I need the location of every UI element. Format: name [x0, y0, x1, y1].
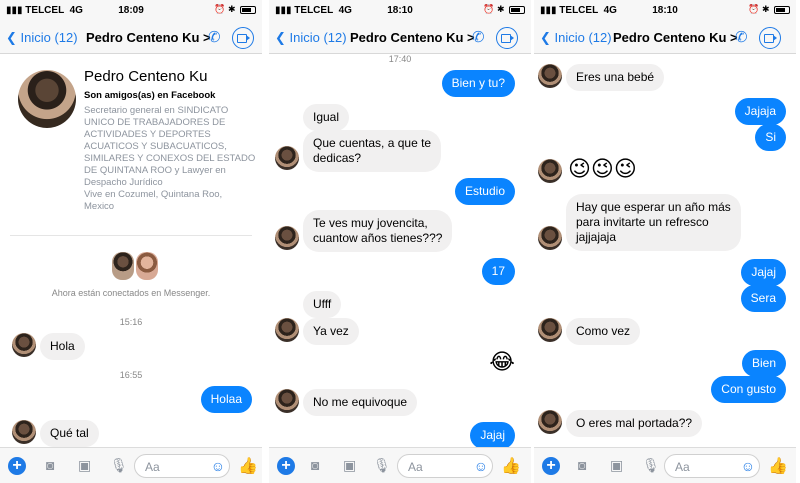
emoji-icon[interactable]: ☺: [741, 458, 755, 474]
like-icon[interactable]: 👍: [501, 456, 521, 476]
profile-avatar[interactable]: [18, 70, 76, 128]
contact-name[interactable]: Pedro Centeno Ku >: [350, 30, 475, 45]
status-bar: ▮▮▮ TELCEL 4G 18:10 ⏰ ✱: [534, 0, 796, 22]
timestamp: 15:16: [119, 317, 143, 327]
like-icon[interactable]: 👍: [768, 456, 788, 476]
divider: [10, 235, 252, 236]
phone-icon[interactable]: ✆: [208, 28, 221, 46]
avatar: [12, 420, 36, 444]
like-icon[interactable]: 👍: [238, 456, 258, 476]
friends-status: Son amigos(as) en Facebook: [84, 90, 216, 101]
message-bubble-sent: 17: [481, 258, 515, 285]
avatar: [12, 333, 36, 357]
message-input[interactable]: Aa ☺: [664, 454, 760, 478]
avatar: [275, 318, 299, 342]
message-bubble-sent: Si: [755, 124, 786, 151]
gallery-icon[interactable]: ▣: [343, 457, 356, 474]
message-list[interactable]: Pedro Centeno Ku Son amigos(as) en Faceb…: [0, 54, 262, 447]
status-bar: ▮▮▮ TELCEL 4G 18:09 ⏰ ✱: [0, 0, 262, 22]
screenshot-panel-1: ▮▮▮ TELCEL 4G 18:09 ⏰ ✱ ❮ Inicio (12) Pe…: [0, 0, 262, 483]
microphone-icon[interactable]: 🎙: [642, 457, 660, 474]
battery-icon: ⏰ ✱: [483, 4, 525, 15]
emoji-icon[interactable]: ☺: [474, 458, 488, 474]
conversation-header: ❮ Inicio (12) Pedro Centeno Ku > ✆: [534, 22, 796, 54]
avatar: [112, 252, 134, 280]
avatar: [538, 318, 562, 342]
plus-icon[interactable]: +: [8, 457, 26, 475]
battery-icon: ⏰ ✱: [214, 4, 256, 15]
avatar: [538, 159, 562, 183]
phone-icon[interactable]: ✆: [472, 28, 485, 46]
video-call-icon[interactable]: [232, 27, 254, 49]
phone-icon[interactable]: ✆: [735, 28, 748, 46]
composer-bar: + ◙ ▣ 🎙 Aa ☺ 👍: [269, 447, 531, 483]
message-bubble-received: Ya vez: [303, 318, 359, 345]
message-input[interactable]: Aa ☺: [134, 454, 230, 478]
message-bubble-sent: Bien y tu?: [441, 70, 515, 97]
message-bubble-received: Qué tal: [40, 420, 99, 447]
message-emoji-received: 😉😉😉: [568, 156, 637, 181]
camera-icon[interactable]: ◙: [311, 457, 319, 473]
video-call-icon[interactable]: [496, 27, 518, 49]
gallery-icon[interactable]: ▣: [610, 457, 623, 474]
camera-icon[interactable]: ◙: [46, 457, 54, 473]
back-button[interactable]: ❮ Inicio (12): [275, 30, 347, 46]
connected-notice: Ahora están conectados en Messenger.: [51, 288, 211, 298]
back-button[interactable]: ❮ Inicio (12): [6, 30, 78, 46]
avatar: [538, 226, 562, 250]
plus-icon[interactable]: +: [277, 457, 295, 475]
message-bubble-received: No me equivoque: [303, 389, 418, 416]
back-button[interactable]: ❮ Inicio (12): [540, 30, 612, 46]
microphone-icon[interactable]: 🎙: [110, 457, 128, 474]
avatar: [275, 226, 299, 250]
composer-bar: + ◙ ▣ 🎙 Aa ☺ 👍: [534, 447, 796, 483]
battery-icon: ⏰ ✱: [748, 4, 790, 15]
message-bubble-sent: Jajaj: [741, 259, 786, 286]
message-bubble-received: Que cuentas, a que te dedicas?: [303, 130, 442, 172]
message-bubble-received: Eres una bebé: [566, 64, 665, 91]
message-bubble-sent: Estudio: [454, 178, 515, 205]
message-bubble-received: O eres mal portada??: [566, 410, 703, 437]
profile-name: Pedro Centeno Ku: [84, 68, 208, 85]
timestamp: 16:55: [119, 370, 143, 380]
plus-icon[interactable]: +: [542, 457, 560, 475]
timestamp: 17:40: [388, 54, 412, 64]
message-bubble-sent: Sera: [740, 285, 786, 312]
microphone-icon[interactable]: 🎙: [373, 457, 391, 474]
message-bubble-received: Hay que esperar un año más para invitarte…: [566, 194, 741, 251]
message-bubble-received: Igual: [303, 104, 350, 131]
profile-bio: Secretario general en SINDICATO UNICO DE…: [84, 105, 256, 212]
message-bubble-received: Hola: [40, 333, 85, 360]
screenshot-panel-2: ▮▮▮ TELCEL 4G 18:10 ⏰ ✱ ❮ Inicio (12) Pe…: [269, 0, 531, 483]
message-list[interactable]: Eres una bebé Jajaja Si 😉😉😉 Hay que espe…: [534, 54, 796, 447]
message-bubble-received: Como vez: [566, 318, 641, 345]
message-emoji-sent: 😂: [489, 349, 515, 374]
avatar: [136, 252, 158, 280]
emoji-icon[interactable]: ☺: [211, 458, 225, 474]
gallery-icon[interactable]: ▣: [78, 457, 91, 474]
message-bubble-sent: Jajaj: [470, 422, 515, 447]
video-call-icon[interactable]: [759, 27, 781, 49]
avatar: [538, 64, 562, 88]
contact-name[interactable]: Pedro Centeno Ku >: [86, 30, 211, 45]
message-bubble-sent: Con gusto: [711, 376, 786, 403]
message-bubble-received: Te ves muy jovencita, cuantow años tienes…: [303, 210, 453, 252]
message-bubble-sent: Bien: [741, 350, 786, 377]
screenshot-panel-3: ▮▮▮ TELCEL 4G 18:10 ⏰ ✱ ❮ Inicio (12) Pe…: [534, 0, 796, 483]
status-bar: ▮▮▮ TELCEL 4G 18:10 ⏰ ✱: [269, 0, 531, 22]
message-bubble-sent: Holaa: [200, 386, 252, 413]
avatar: [538, 410, 562, 434]
contact-name[interactable]: Pedro Centeno Ku >: [613, 30, 738, 45]
message-list[interactable]: 17:40 Bien y tu? Igual Que cuentas, a qu…: [269, 54, 531, 447]
conversation-header: ❮ Inicio (12) Pedro Centeno Ku > ✆: [269, 22, 531, 54]
camera-icon[interactable]: ◙: [578, 457, 586, 473]
message-bubble-sent: Jajaja: [734, 98, 786, 125]
composer-bar: + ◙ ▣ 🎙 Aa ☺ 👍: [0, 447, 262, 483]
conversation-header: ❮ Inicio (12) Pedro Centeno Ku > ✆: [0, 22, 262, 54]
message-bubble-received: Ufff: [303, 291, 342, 318]
avatar: [275, 146, 299, 170]
avatar: [275, 389, 299, 413]
message-input[interactable]: Aa ☺: [397, 454, 493, 478]
